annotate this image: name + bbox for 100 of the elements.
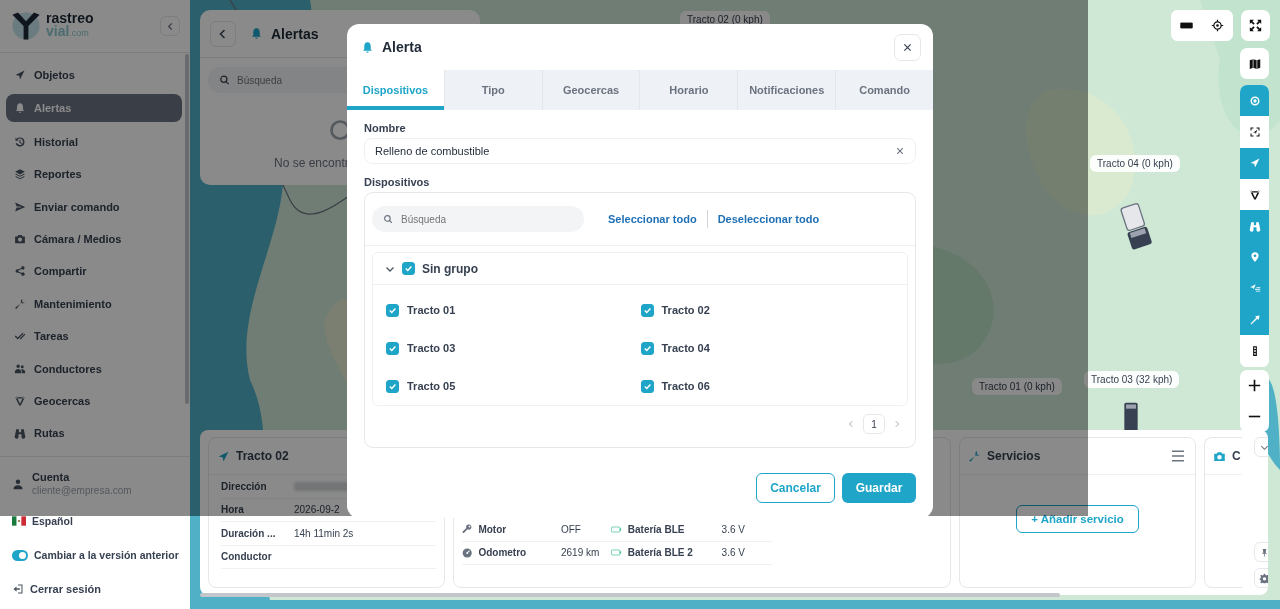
field-label: Dispositivos [364, 176, 431, 188]
toggle-label: Cambiar a la versión anterior [34, 549, 179, 561]
checkbox[interactable] [386, 341, 399, 355]
layers-icon [14, 168, 26, 181]
toggle-switch[interactable] [12, 549, 28, 561]
checkbox[interactable] [386, 303, 399, 317]
check-icon [642, 305, 652, 315]
plus-icon [1248, 379, 1261, 392]
nav-item[interactable]: Compartir [6, 258, 182, 285]
deselect-all-link[interactable]: Deseleccionar todo [717, 213, 820, 225]
check-icon [388, 343, 397, 353]
checkbox[interactable] [386, 379, 399, 393]
tab[interactable]: Comando [836, 70, 933, 110]
menu-icon[interactable] [1171, 450, 1185, 462]
dialog-title: Alerta [382, 39, 422, 55]
nav-item[interactable]: Tareas [6, 323, 182, 350]
map-type-button[interactable] [1240, 48, 1269, 79]
device-name: Tracto 05 [407, 380, 456, 392]
logo-icon [10, 10, 42, 42]
language-label[interactable]: Español [32, 515, 73, 527]
crosshair-icon [1211, 19, 1224, 32]
sensor-label: Odometro [478, 547, 528, 559]
sensor-label: Batería BLE 2 [627, 547, 694, 559]
map-icon [1248, 57, 1261, 70]
vehicle-label[interactable]: Tracto 03 (32 kph) [1084, 371, 1180, 388]
field-value: 14h 11min 2s [294, 527, 354, 539]
check-icon [404, 264, 413, 273]
people-icon [14, 362, 26, 375]
nav-item[interactable]: Rutas [6, 420, 182, 447]
scrollbar[interactable] [185, 54, 189, 404]
name-field[interactable]: Relleno de combustible [364, 138, 916, 164]
pin-button[interactable] [1254, 542, 1268, 562]
vehicle-label[interactable]: Tracto 04 (0 kph) [1090, 155, 1180, 172]
navigation-arrow-icon [217, 449, 230, 463]
add-service-button[interactable]: + Añadir servicio [1016, 505, 1139, 533]
camera-icon [1213, 449, 1226, 463]
nav-item[interactable]: Cámara / Medios [6, 225, 182, 252]
nav-item[interactable]: Historial [6, 128, 182, 155]
page-button[interactable]: 1 [863, 414, 885, 434]
nav-item[interactable]: Alertas [6, 94, 182, 123]
card-title: Tracto 02 [236, 449, 289, 463]
sensor-label: Motor [478, 523, 508, 535]
checkbox[interactable] [640, 303, 654, 317]
checkbox[interactable] [640, 341, 654, 355]
settings-button[interactable] [1254, 568, 1268, 588]
battery-icon [611, 525, 622, 533]
fullscreen-button[interactable] [1241, 10, 1270, 41]
tab[interactable]: Horario [640, 70, 739, 110]
select-all-link[interactable]: Seleccionar todo [608, 213, 697, 225]
field-label: Conductor [221, 551, 273, 563]
cancel-button[interactable]: Cancelar [756, 473, 835, 503]
flag-icon [12, 516, 26, 526]
nav-item[interactable]: Conductores [6, 355, 182, 382]
map-pin-icon [1248, 251, 1261, 264]
vehicle-label[interactable]: Tracto 01 (0 kph) [972, 378, 1062, 395]
clear-icon[interactable] [896, 147, 904, 155]
logout-link[interactable]: Cerrar sesión [12, 579, 180, 599]
wrench-icon [968, 449, 981, 463]
binoculars-icon [14, 427, 26, 440]
tab[interactable]: Geocercas [542, 70, 641, 110]
nav-item[interactable]: Reportes [6, 161, 182, 188]
panel-title: Alertas [271, 25, 319, 42]
next-page-icon[interactable] [893, 420, 901, 428]
key-icon [462, 523, 473, 536]
sensor-value: 3.6 V [721, 547, 746, 559]
device-name: Tracto 03 [407, 342, 456, 354]
close-button[interactable] [894, 33, 921, 61]
tab[interactable]: Notificaciones [738, 70, 837, 110]
user-icon [12, 478, 24, 490]
expand-icon [1249, 19, 1262, 32]
share-icon [14, 265, 26, 278]
sensor-value: 3.6 V [721, 523, 746, 535]
collapse-button[interactable] [160, 16, 180, 36]
back-button[interactable] [210, 20, 236, 47]
binoculars-icon [1248, 219, 1261, 232]
checkbox[interactable] [640, 379, 654, 393]
tab[interactable]: Dispositivos [347, 70, 445, 110]
bell-icon [361, 40, 374, 54]
save-button[interactable]: Guardar [842, 473, 916, 503]
device-name: Tracto 04 [661, 342, 710, 354]
collapse-button[interactable] [1254, 437, 1268, 457]
account-label[interactable]: Cuenta [32, 471, 132, 484]
field-label: Nombre [364, 122, 407, 134]
nav-item[interactable]: Objetos [6, 62, 182, 88]
nav-item[interactable]: Mantenimiento [6, 290, 182, 317]
nav-item[interactable]: Geocercas [6, 387, 182, 414]
scrollbar[interactable] [200, 593, 1060, 597]
arrow-icon [1248, 313, 1261, 326]
nav-item[interactable]: Enviar comando [6, 193, 182, 220]
search-field[interactable]: Búsqueda [372, 206, 584, 232]
sensor-label: Batería BLE [627, 523, 686, 535]
settings-icon [1258, 572, 1268, 584]
pin-icon [1259, 547, 1268, 557]
focus-icon [1248, 125, 1261, 138]
geofence-icon [1248, 188, 1261, 201]
close-icon [903, 42, 912, 52]
previous-page-icon[interactable] [847, 420, 855, 428]
bell-icon [14, 102, 26, 115]
tab[interactable]: Tipo [444, 70, 543, 110]
checkbox[interactable] [402, 262, 415, 275]
